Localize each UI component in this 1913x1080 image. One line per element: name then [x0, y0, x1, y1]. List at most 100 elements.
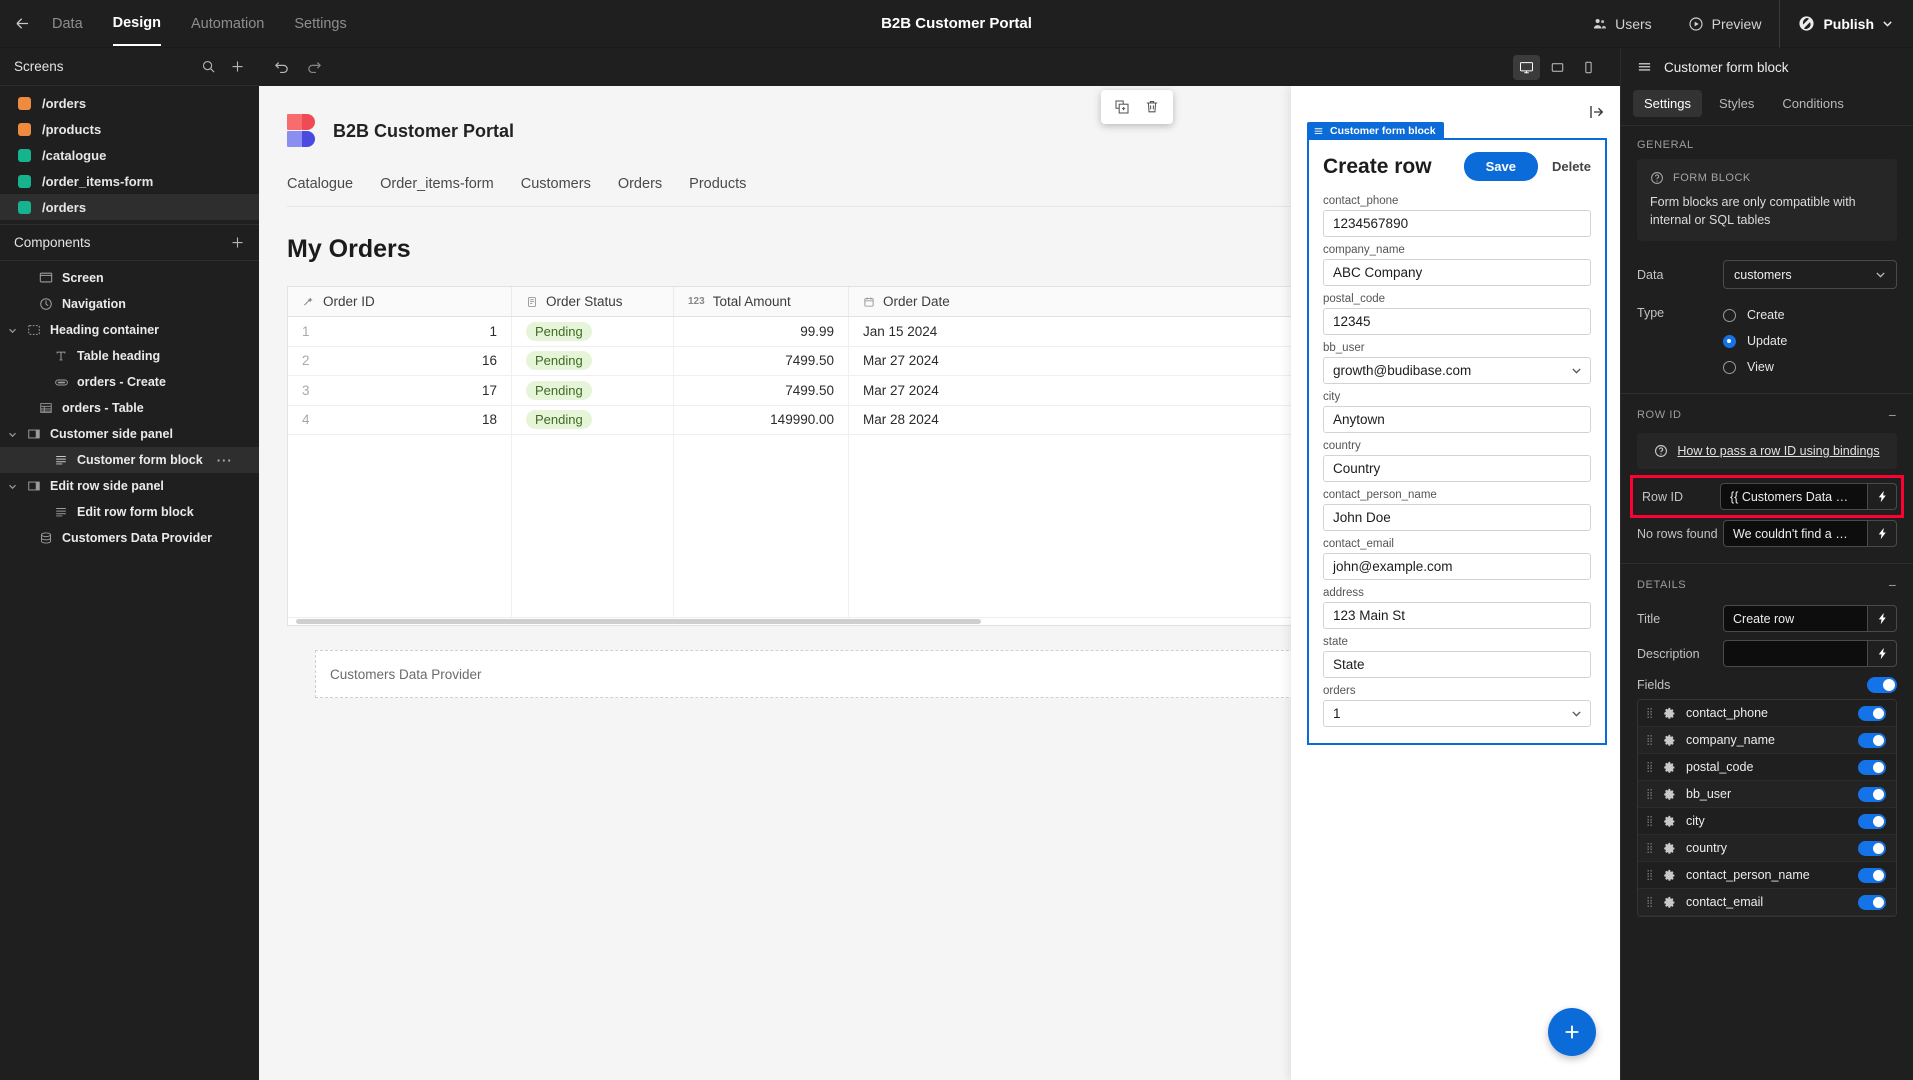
minus-icon[interactable]: −	[1888, 577, 1897, 593]
desktop-icon[interactable]	[1513, 54, 1540, 80]
lightning-icon[interactable]	[1867, 483, 1897, 511]
field-enabled-toggle[interactable]	[1858, 732, 1886, 748]
field-enabled-toggle[interactable]	[1858, 813, 1886, 829]
postal-code-input[interactable]: 12345	[1323, 308, 1591, 335]
data-source-select[interactable]: customers	[1723, 260, 1897, 290]
orders-select[interactable]: 1	[1323, 700, 1591, 727]
gear-icon[interactable]	[1663, 707, 1676, 720]
back-arrow-icon[interactable]	[0, 14, 44, 33]
field-list-item[interactable]: ⣿ postal_code	[1638, 754, 1896, 782]
address-input[interactable]: 123 Main St	[1323, 602, 1591, 629]
field-list-item[interactable]: ⣿ contact_phone	[1638, 700, 1896, 728]
component-item-orders-create[interactable]: › orders - Create	[0, 369, 259, 395]
tab-automation[interactable]: Automation	[191, 2, 264, 45]
field-enabled-toggle[interactable]	[1858, 867, 1886, 883]
tab-data[interactable]: Data	[52, 2, 83, 45]
drag-handle-icon[interactable]: ⣿	[1646, 897, 1653, 907]
field-list-item[interactable]: ⣿ contact_person_name	[1638, 862, 1896, 890]
component-item-table-heading[interactable]: › Table heading	[0, 343, 259, 369]
component-item-navigation[interactable]: › Navigation	[0, 291, 259, 317]
users-button[interactable]: Users	[1574, 0, 1670, 47]
preview-nav-customers[interactable]: Customers	[521, 176, 591, 192]
lightning-icon[interactable]	[1867, 520, 1897, 548]
component-item-edit-row-form-block[interactable]: › Edit row form block	[0, 499, 259, 525]
field-enabled-toggle[interactable]	[1858, 759, 1886, 775]
field-list-item[interactable]: ⣿ contact_email	[1638, 889, 1896, 917]
search-icon[interactable]	[201, 59, 216, 74]
gear-icon[interactable]	[1663, 734, 1676, 747]
drag-handle-icon[interactable]: ⣿	[1646, 843, 1653, 853]
app-canvas[interactable]: B2B Customer Portal Catalogue Order_item…	[259, 86, 1620, 1080]
tab-styles[interactable]: Styles	[1708, 90, 1765, 117]
save-button[interactable]: Save	[1463, 152, 1538, 181]
contact-email-input[interactable]: john@example.com	[1323, 553, 1591, 580]
drag-handle-icon[interactable]: ⣿	[1646, 870, 1653, 880]
field-enabled-toggle[interactable]	[1858, 786, 1886, 802]
lightning-icon[interactable]	[1867, 640, 1897, 668]
drag-handle-icon[interactable]: ⣿	[1646, 735, 1653, 745]
bb-user-select[interactable]: growth@budibase.com	[1323, 357, 1591, 384]
field-enabled-toggle[interactable]	[1858, 840, 1886, 856]
state-input[interactable]: State	[1323, 651, 1591, 678]
trash-icon[interactable]	[1139, 96, 1165, 118]
screen-item-order-items-form[interactable]: /order_items-form	[0, 168, 259, 194]
radio-view[interactable]: View	[1723, 354, 1897, 380]
row-id-help-box[interactable]: How to pass a row ID using bindings	[1637, 433, 1897, 470]
no-rows-found-input[interactable]: We couldn't find a …	[1723, 520, 1867, 548]
undo-icon[interactable]	[273, 59, 290, 76]
column-header-total-amount[interactable]: 123 Total Amount	[674, 287, 849, 316]
contact-phone-input[interactable]: 1234567890	[1323, 210, 1591, 237]
preview-nav-catalogue[interactable]: Catalogue	[287, 176, 353, 192]
field-list-item[interactable]: ⣿ bb_user	[1638, 781, 1896, 809]
redo-icon[interactable]	[306, 59, 323, 76]
row-id-input[interactable]: {{ Customers Data …	[1720, 483, 1867, 511]
field-list-item[interactable]: ⣿ company_name	[1638, 727, 1896, 755]
component-item-customer-form-block[interactable]: › Customer form block ···	[0, 447, 259, 473]
city-input[interactable]: Anytown	[1323, 406, 1591, 433]
screen-item-products[interactable]: /products	[0, 116, 259, 142]
customer-form-block[interactable]: Customer form block Create row Save Dele…	[1307, 122, 1607, 745]
column-header-order-status[interactable]: Order Status	[512, 287, 674, 316]
gear-icon[interactable]	[1663, 869, 1676, 882]
description-input[interactable]	[1723, 640, 1867, 668]
tab-design[interactable]: Design	[112, 1, 161, 46]
minus-icon[interactable]: −	[1888, 407, 1897, 423]
drag-handle-icon[interactable]: ⣿	[1646, 708, 1653, 718]
country-input[interactable]: Country	[1323, 455, 1591, 482]
mobile-icon[interactable]	[1575, 55, 1602, 80]
fields-toggle[interactable]	[1867, 677, 1897, 694]
radio-create[interactable]: Create	[1723, 302, 1897, 328]
column-header-order-id[interactable]: Order ID	[288, 287, 512, 316]
drag-handle-icon[interactable]: ⣿	[1646, 789, 1653, 799]
publish-button[interactable]: Publish	[1780, 15, 1913, 32]
component-item-edit-row-side-panel[interactable]: Edit row side panel	[0, 473, 259, 499]
screen-item-orders-1[interactable]: /orders	[0, 90, 259, 116]
title-input[interactable]: Create row	[1723, 605, 1867, 633]
drag-handle-icon[interactable]: ⣿	[1646, 816, 1653, 826]
radio-update[interactable]: Update	[1723, 328, 1897, 354]
gear-icon[interactable]	[1663, 815, 1676, 828]
tablet-icon[interactable]	[1544, 55, 1571, 80]
component-item-customer-side-panel[interactable]: Customer side panel	[0, 421, 259, 447]
component-item-screen[interactable]: › Screen	[0, 265, 259, 291]
contact-person-name-input[interactable]: John Doe	[1323, 504, 1591, 531]
screen-item-orders-2[interactable]: /orders	[0, 194, 259, 220]
duplicate-icon[interactable]	[1109, 96, 1135, 118]
gear-icon[interactable]	[1663, 896, 1676, 909]
settings-scroll-area[interactable]: GENERAL FORM BLOCK Form blocks are only …	[1621, 126, 1913, 1080]
preview-button[interactable]: Preview	[1670, 0, 1780, 47]
field-list-item[interactable]: ⣿ city	[1638, 808, 1896, 836]
tab-settings[interactable]: Settings	[294, 2, 346, 45]
tab-conditions[interactable]: Conditions	[1771, 90, 1854, 117]
add-screen-icon[interactable]	[230, 59, 245, 74]
component-context-menu-icon[interactable]: ···	[217, 453, 233, 468]
preview-nav-order-items-form[interactable]: Order_items-form	[380, 176, 494, 192]
tab-settings[interactable]: Settings	[1633, 90, 1702, 117]
preview-nav-products[interactable]: Products	[689, 176, 746, 192]
screen-item-catalogue[interactable]: /catalogue	[0, 142, 259, 168]
field-list-item[interactable]: ⣿ country	[1638, 835, 1896, 863]
chevron-down-icon[interactable]	[6, 430, 18, 439]
lightning-icon[interactable]	[1867, 605, 1897, 633]
gear-icon[interactable]	[1663, 761, 1676, 774]
field-enabled-toggle[interactable]	[1858, 894, 1886, 910]
